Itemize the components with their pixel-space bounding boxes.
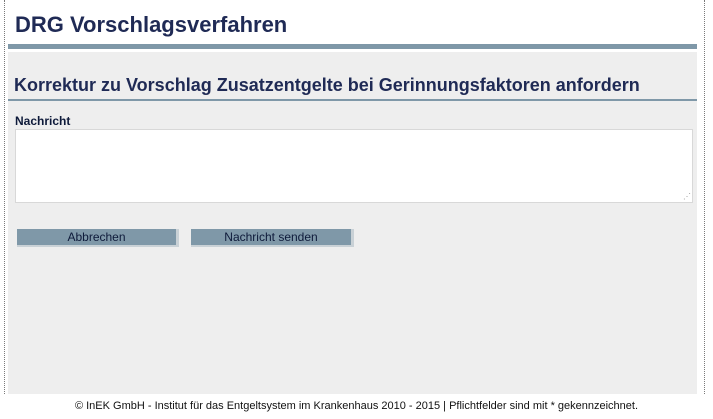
- message-textarea[interactable]: [15, 129, 693, 203]
- cancel-button[interactable]: Abbrechen: [17, 229, 179, 247]
- send-message-button[interactable]: Nachricht senden: [191, 229, 354, 247]
- request-form-panel: Korrektur zu Vorschlag Zusatzentgelte be…: [8, 52, 697, 394]
- resize-grip-icon[interactable]: ⋰: [683, 193, 691, 201]
- form-title-divider: [8, 99, 697, 101]
- form-title: Korrektur zu Vorschlag Zusatzentgelte be…: [14, 75, 640, 95]
- app-title: DRG Vorschlagsverfahren: [15, 12, 288, 37]
- header-divider: [8, 44, 697, 49]
- app-header: DRG Vorschlagsverfahren: [5, 0, 696, 50]
- message-label: Nachricht: [15, 114, 71, 128]
- footer-copyright: © InEK GmbH - Institut für das Entgeltsy…: [74, 400, 639, 412]
